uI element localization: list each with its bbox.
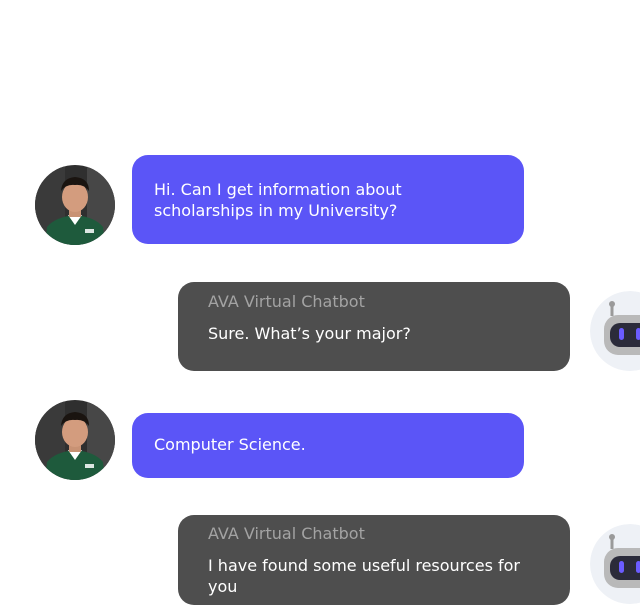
robot-avatar-icon xyxy=(590,291,640,371)
user-avatar xyxy=(35,165,115,245)
chat-conversation: Hi. Can I get information about scholars… xyxy=(0,0,640,605)
bot-avatar xyxy=(590,524,640,604)
user-message-bubble: Hi. Can I get information about scholars… xyxy=(132,155,524,244)
bot-message-bubble: AVA Virtual Chatbot I have found some us… xyxy=(178,515,570,605)
bot-message-bubble: AVA Virtual Chatbot Sure. What’s your ma… xyxy=(178,282,570,371)
robot-avatar-icon xyxy=(590,524,640,604)
user-photo-avatar-icon xyxy=(35,400,115,480)
sender-name: AVA Virtual Chatbot xyxy=(208,524,365,543)
message-text: Hi. Can I get information about scholars… xyxy=(154,180,402,220)
message-text: Sure. What’s your major? xyxy=(208,324,411,343)
sender-name: AVA Virtual Chatbot xyxy=(208,292,365,311)
bot-avatar xyxy=(590,291,640,371)
message-text: I have found some useful resources for y… xyxy=(208,556,520,596)
user-photo-avatar-icon xyxy=(35,165,115,245)
user-avatar xyxy=(35,400,115,480)
user-message-bubble: Computer Science. xyxy=(132,413,524,478)
message-text: Computer Science. xyxy=(154,435,306,454)
